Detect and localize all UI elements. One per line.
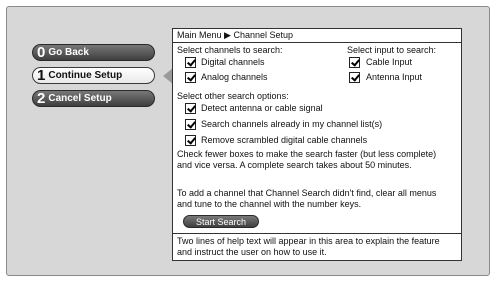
digital-channels-label: Digital channels <box>201 57 265 67</box>
search-existing-checkbox[interactable] <box>185 119 196 130</box>
other-options-heading: Select other search options: <box>177 91 289 101</box>
go-back-label: Go Back <box>48 47 89 58</box>
go-back-number: 0 <box>37 44 46 61</box>
cable-input-checkbox[interactable] <box>349 57 360 68</box>
search-existing-label: Search channels already in my channel li… <box>201 119 383 129</box>
help-text: Two lines of help text will appear in th… <box>173 233 461 260</box>
channels-heading: Select channels to search: <box>177 45 283 55</box>
remove-scrambled-checkbox[interactable] <box>185 135 196 146</box>
analog-channels-label: Analog channels <box>201 72 268 82</box>
cancel-setup-button[interactable]: 2 Cancel Setup <box>32 90 155 107</box>
antenna-input-label: Antenna Input <box>366 72 423 82</box>
detect-signal-checkbox[interactable] <box>185 103 196 114</box>
continue-setup-label: Continue Setup <box>48 70 123 81</box>
detect-signal-label: Detect antenna or cable signal <box>201 103 323 113</box>
input-heading: Select input to search: <box>347 45 437 55</box>
digital-channels-checkbox[interactable] <box>185 57 196 68</box>
channel-setup-panel: Main Menu ▶ Channel Setup Select channel… <box>172 28 462 261</box>
remove-scrambled-label: Remove scrambled digital cable channels <box>201 135 368 145</box>
analog-channels-checkbox[interactable] <box>185 72 196 83</box>
info-text: Check fewer boxes to make the search fas… <box>177 149 437 170</box>
continue-setup-number: 1 <box>37 67 46 84</box>
cancel-setup-label: Cancel Setup <box>48 93 112 104</box>
start-search-button[interactable]: Start Search <box>183 215 259 228</box>
cable-input-label: Cable Input <box>366 57 413 67</box>
go-back-button[interactable]: 0 Go Back <box>32 44 155 61</box>
breadcrumb: Main Menu ▶ Channel Setup <box>173 29 461 43</box>
add-channel-text: To add a channel that Channel Search did… <box>177 188 437 209</box>
antenna-input-checkbox[interactable] <box>349 72 360 83</box>
cancel-setup-number: 2 <box>37 90 46 107</box>
continue-setup-button[interactable]: 1 Continue Setup <box>32 67 155 84</box>
